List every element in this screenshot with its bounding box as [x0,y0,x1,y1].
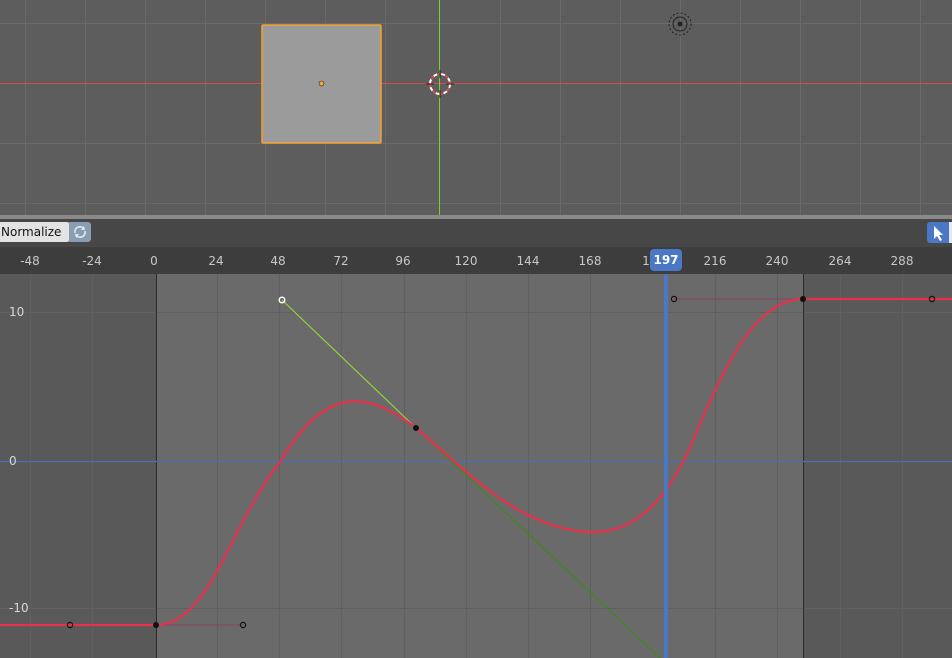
tick-label: 216 [703,254,727,268]
current-frame-indicator[interactable]: 197 [650,249,682,271]
keyframe-point[interactable] [413,425,419,431]
cursor-arrow-icon [934,226,943,241]
frame-ruler[interactable]: -48 -24 0 24 48 72 96 120 144 168 1 216 … [0,247,952,274]
tick-label: 48 [270,254,286,268]
tick-label: 240 [765,254,789,268]
tick-label: 144 [516,254,540,268]
tick-label: 1 [642,254,650,268]
tick-label: 24 [208,254,224,268]
keyframe-point[interactable] [800,296,806,302]
keyframe-point[interactable] [153,622,159,628]
graph-canvas [0,274,952,658]
tick-label: 288 [890,254,914,268]
tick-label: -24 [82,254,102,268]
graph-area[interactable]: 10 0 -10 [0,274,952,658]
refresh-icon [74,226,86,238]
tick-label: 264 [828,254,852,268]
3d-viewport[interactable] [0,0,952,215]
normalize-button[interactable]: Normalize [0,222,69,242]
viewport-grid [0,0,952,215]
y-tick-label: 0 [9,454,17,468]
y-tick-label: 10 [9,305,25,319]
tick-label: 168 [578,254,602,268]
tick-label: 120 [454,254,478,268]
frame-range [156,274,803,658]
tick-label: -48 [20,254,40,268]
playhead-line[interactable] [664,274,668,658]
viewport-canvas [0,0,952,215]
graph-editor-header: Normalize [0,219,952,247]
tick-label: 96 [395,254,411,268]
y-tick-label: -10 [9,601,29,615]
out-of-range-right [803,274,952,658]
select-tool-button[interactable] [927,222,949,243]
object-origin [318,80,325,87]
normalize-toggle-button[interactable] [69,222,91,242]
tick-label: 72 [333,254,349,268]
tick-label: 0 [150,254,158,268]
